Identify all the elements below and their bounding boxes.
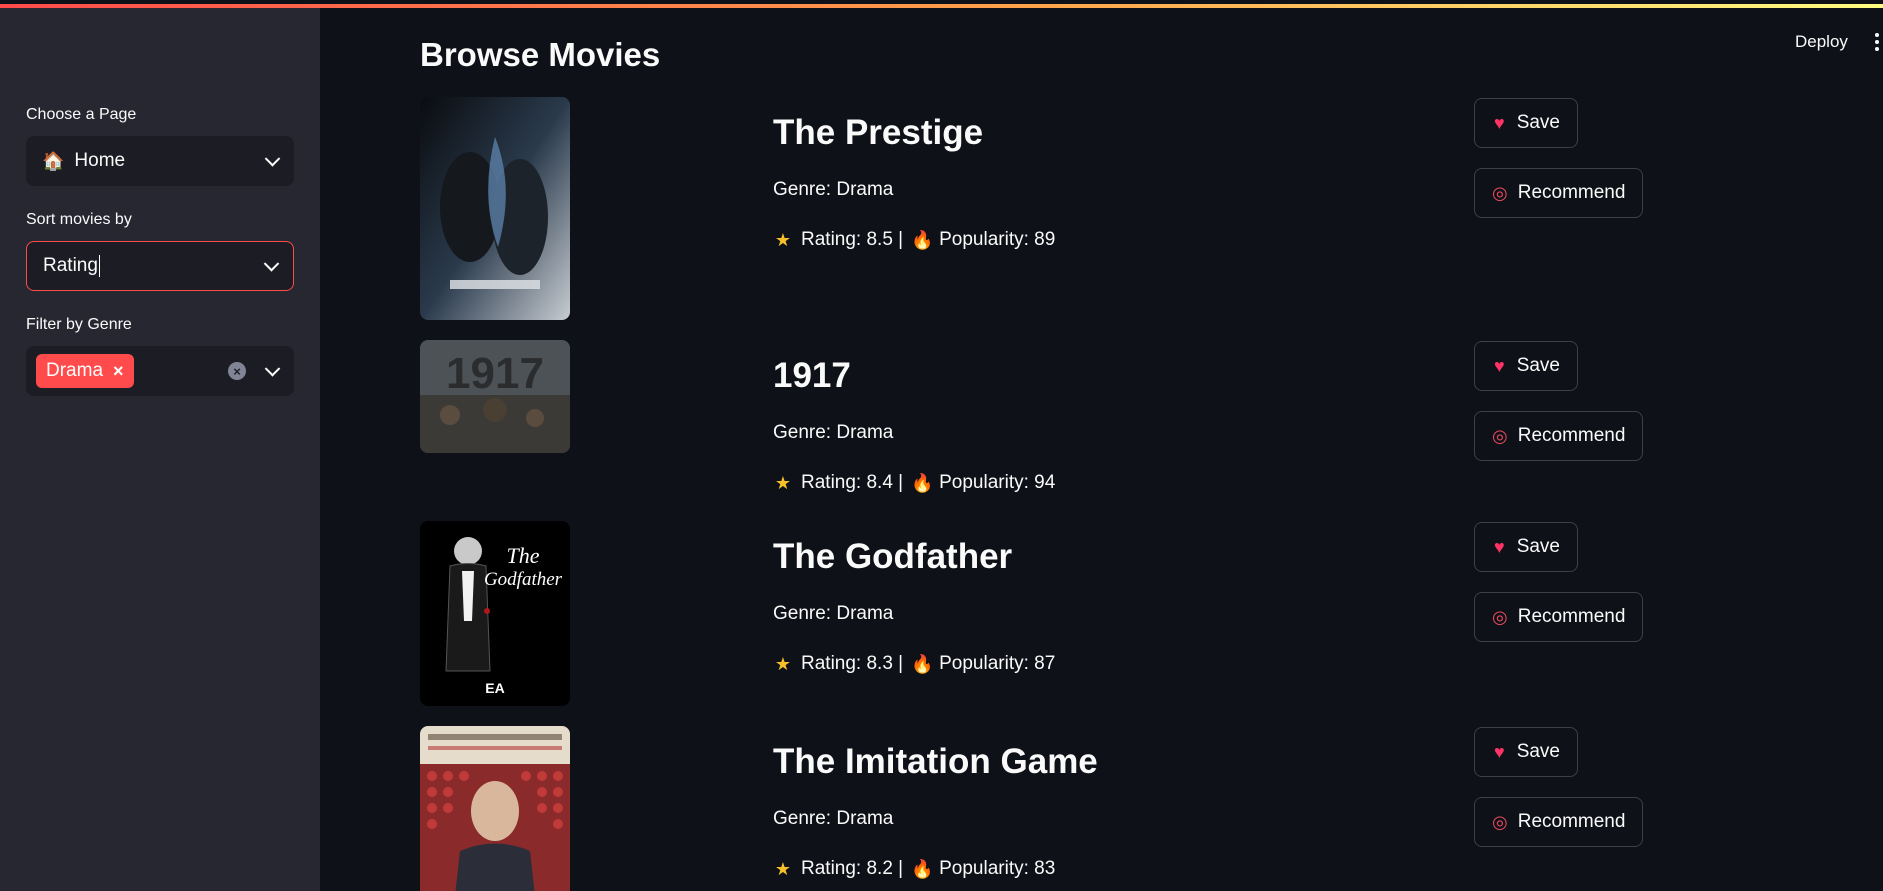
movie-title: 1917 <box>773 356 851 395</box>
text-caret <box>98 255 100 277</box>
tag-remove-icon[interactable]: × <box>113 361 124 382</box>
top-decoration-bar <box>0 0 1883 8</box>
save-button[interactable]: ♥ Save <box>1474 98 1578 148</box>
main-menu-icon[interactable] <box>1875 33 1883 54</box>
star-icon: ★ <box>774 472 792 493</box>
fire-icon: 🔥 <box>911 858 934 879</box>
movie-rating: Rating: 8.2 | <box>801 858 904 879</box>
house-icon: 🏠 <box>42 150 65 171</box>
fire-icon: 🔥 <box>911 229 934 250</box>
movie-stats: ★ Rating: 8.3 | 🔥 Popularity: 87 <box>773 653 1055 675</box>
movie-title: The Prestige <box>773 113 984 152</box>
recommend-button-label: Recommend <box>1517 606 1626 627</box>
movie-poster: 1917 <box>420 340 570 453</box>
movie-stats: ★ Rating: 8.2 | 🔥 Popularity: 83 <box>773 858 1055 880</box>
recommend-button-label: Recommend <box>1517 425 1626 446</box>
target-icon: ◎ <box>1492 425 1508 446</box>
sort-select[interactable]: Rating <box>26 241 294 291</box>
svg-text:The: The <box>507 543 540 568</box>
movie-popularity: Popularity: 87 <box>939 653 1056 674</box>
movie-genre: Genre: Drama <box>773 179 894 200</box>
sidebar: Choose a Page 🏠 Home Sort movies by Rati… <box>0 8 320 891</box>
sort-select-value: Rating <box>43 255 98 276</box>
recommend-button-label: Recommend <box>1517 182 1626 203</box>
target-icon: ◎ <box>1492 182 1508 203</box>
heart-icon: ♥ <box>1494 355 1505 376</box>
chevron-down-icon[interactable] <box>263 256 280 272</box>
movie-popularity: Popularity: 89 <box>939 229 1056 250</box>
movie-rating: Rating: 8.3 | <box>801 653 904 674</box>
save-button[interactable]: ♥ Save <box>1474 341 1578 391</box>
heart-icon: ♥ <box>1494 536 1505 557</box>
movie-poster <box>420 726 570 891</box>
save-button[interactable]: ♥ Save <box>1474 727 1578 777</box>
star-icon: ★ <box>774 229 792 250</box>
movie-popularity: Popularity: 83 <box>939 858 1056 879</box>
recommend-button-label: Recommend <box>1517 811 1626 832</box>
heart-icon: ♥ <box>1494 741 1505 762</box>
recommend-button[interactable]: ◎ Recommend <box>1474 168 1643 218</box>
page-select[interactable]: 🏠 Home <box>26 136 294 186</box>
chevron-down-icon[interactable] <box>264 361 281 377</box>
save-button[interactable]: ♥ Save <box>1474 522 1578 572</box>
save-button-label: Save <box>1516 741 1560 762</box>
deploy-button[interactable]: Deploy <box>1795 32 1848 52</box>
fire-icon: 🔥 <box>911 653 934 674</box>
recommend-button[interactable]: ◎ Recommend <box>1474 797 1643 847</box>
recommend-button[interactable]: ◎ Recommend <box>1474 592 1643 642</box>
svg-text:EA: EA <box>485 680 504 696</box>
page-select-value: Home <box>74 150 126 171</box>
genre-tag-label: Drama <box>46 360 104 381</box>
movie-poster: The Godfather EA <box>420 521 570 706</box>
target-icon: ◎ <box>1492 606 1508 627</box>
movie-rating: Rating: 8.5 | <box>801 229 904 250</box>
target-icon: ◎ <box>1492 811 1508 832</box>
movie-genre: Genre: Drama <box>773 422 894 443</box>
save-button-label: Save <box>1516 355 1560 376</box>
star-icon: ★ <box>774 858 792 879</box>
page-title: Browse Movies <box>420 36 661 73</box>
movie-title: The Godfather <box>773 537 1013 576</box>
movie-genre: Genre: Drama <box>773 603 894 624</box>
svg-text:Godfather: Godfather <box>484 569 563 590</box>
movie-genre: Genre: Drama <box>773 808 894 829</box>
movie-stats: ★ Rating: 8.5 | 🔥 Popularity: 89 <box>773 229 1055 251</box>
genre-multiselect[interactable]: Drama × × <box>26 346 294 396</box>
genre-filter-label: Filter by Genre <box>26 316 132 333</box>
save-button-label: Save <box>1516 536 1560 557</box>
genre-tag[interactable]: Drama × <box>36 354 134 388</box>
recommend-button[interactable]: ◎ Recommend <box>1474 411 1643 461</box>
page-select-label: Choose a Page <box>26 106 137 123</box>
sort-select-label: Sort movies by <box>26 211 132 228</box>
star-icon: ★ <box>774 653 792 674</box>
heart-icon: ♥ <box>1494 112 1505 133</box>
movie-popularity: Popularity: 94 <box>939 472 1056 493</box>
movie-poster <box>420 97 570 320</box>
movie-title: The Imitation Game <box>773 742 1098 781</box>
chevron-down-icon[interactable] <box>264 151 281 167</box>
movie-stats: ★ Rating: 8.4 | 🔥 Popularity: 94 <box>773 472 1055 494</box>
clear-all-icon[interactable]: × <box>228 362 246 380</box>
fire-icon: 🔥 <box>911 472 934 493</box>
svg-text:1917: 1917 <box>446 349 544 398</box>
movie-rating: Rating: 8.4 | <box>801 472 904 493</box>
save-button-label: Save <box>1516 112 1560 133</box>
